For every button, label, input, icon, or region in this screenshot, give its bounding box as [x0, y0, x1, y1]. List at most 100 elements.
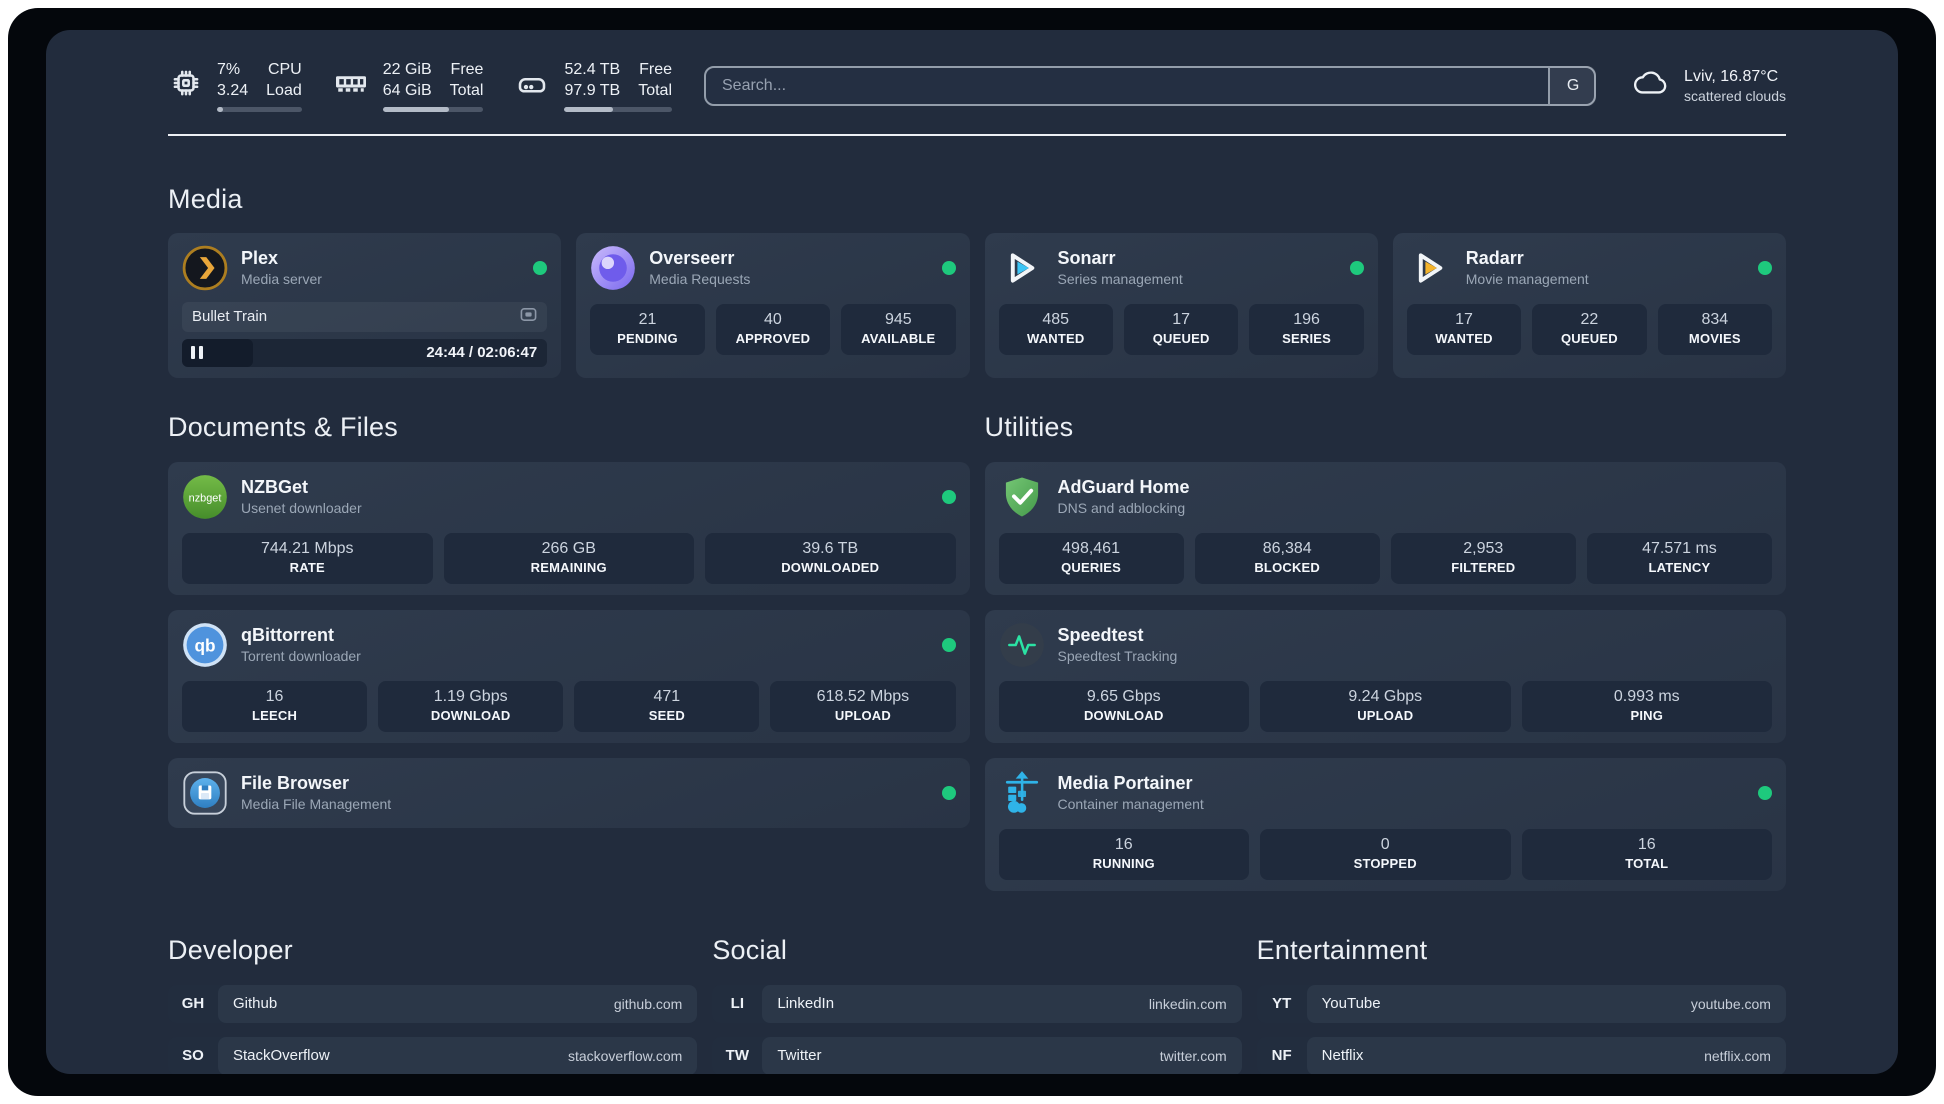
link-url: github.com — [613, 995, 683, 1012]
portainer-card[interactable]: Media Portainer Container management 16 … — [984, 757, 1786, 891]
speedtest-card[interactable]: Speedtest Speedtest Tracking 9.65 Gbps D… — [984, 609, 1786, 743]
search-bar: G — [704, 65, 1597, 106]
disk-free-label: Free — [639, 61, 672, 78]
radarr-card[interactable]: Radarr Movie management 17 WANTED 22 QUE… — [1392, 232, 1786, 378]
link-row-github[interactable]: GH Github github.com — [168, 984, 698, 1023]
stat-tile: 0 STOPPED — [1260, 828, 1511, 880]
link-name: YouTube — [1321, 995, 1381, 1013]
stat-value: 744.21 Mbps — [260, 539, 354, 557]
link-abbr: TW — [725, 1047, 749, 1065]
developer-links-column: Developer GH Github github.com SO StackO… — [168, 935, 698, 1074]
overseerr-card[interactable]: Overseerr Media Requests 21 PENDING 40 A… — [576, 232, 970, 378]
social-links-column: Social LI LinkedIn linkedin.com TW Twitt… — [712, 935, 1242, 1074]
stat-label: WANTED — [1026, 330, 1085, 346]
link-row-youtube[interactable]: YT YouTube youtube.com — [1256, 984, 1786, 1023]
stat-tile: 9.24 Gbps UPLOAD — [1260, 680, 1511, 732]
stat-value: 618.52 Mbps — [816, 687, 910, 705]
search-input[interactable] — [704, 65, 1597, 106]
stat-value: 196 — [1293, 310, 1320, 328]
stat-label: LATENCY — [1648, 559, 1711, 575]
svg-text:nzbget: nzbget — [189, 492, 222, 504]
stat-label: QUEUED — [1152, 330, 1210, 346]
app-name: qBittorrent — [241, 624, 334, 645]
status-online-dot — [941, 489, 956, 504]
app-subtitle: Movie management — [1465, 271, 1589, 288]
qbittorrent-card[interactable]: qb qBittorrent Torrent downloader 16 LEE… — [168, 609, 970, 743]
stat-tile: 9.65 Gbps DOWNLOAD — [998, 680, 1249, 732]
cpu-load-value: 3.24 — [217, 81, 249, 99]
app-name: Overseerr — [649, 247, 735, 268]
stat-label: QUEUED — [1560, 330, 1618, 346]
app-name: AdGuard Home — [1057, 476, 1190, 497]
ram-total-label: Total — [449, 81, 484, 99]
documents-column: Documents & Files nzbget NZBGet Usenet d… — [168, 412, 970, 828]
sonarr-card[interactable]: Sonarr Series management 485 WANTED 17 Q… — [984, 232, 1378, 378]
stat-label: DOWNLOAD — [430, 707, 511, 723]
app-name: Media Portainer — [1057, 772, 1193, 793]
filebrowser-card[interactable]: File Browser Media File Management — [168, 757, 970, 828]
stat-value: 22 — [1580, 310, 1599, 328]
search-engine-button[interactable]: G — [1548, 65, 1597, 106]
stat-value: 16 — [1114, 835, 1133, 853]
weather-widget: Lviv, 16.87°C scattered clouds — [1630, 64, 1786, 107]
weather-location-temp: Lviv, 16.87°C — [1684, 67, 1779, 85]
stat-label: LEECH — [252, 707, 298, 723]
ram-free-value: 22 GiB — [382, 61, 432, 78]
playback-progress-bar[interactable]: 24:44 / 02:06:47 — [182, 338, 548, 367]
app-subtitle: Container management — [1057, 796, 1204, 813]
link-url: stackoverflow.com — [567, 1047, 683, 1064]
stat-value: 16 — [265, 687, 284, 705]
stat-label: PING — [1630, 707, 1664, 723]
link-name: LinkedIn — [777, 995, 835, 1013]
link-row-stackoverflow[interactable]: SO StackOverflow stackoverflow.com — [168, 1036, 698, 1074]
app-name: Speedtest — [1057, 624, 1144, 645]
stat-label: FILTERED — [1451, 559, 1516, 575]
stat-value: 39.6 TB — [802, 539, 859, 557]
section-title-media: Media — [168, 183, 243, 214]
stat-label: MOVIES — [1688, 330, 1741, 346]
status-online-dot — [1758, 785, 1772, 800]
ram-free-label: Free — [450, 61, 484, 78]
adguard-card[interactable]: AdGuard Home DNS and adblocking 498,461 … — [984, 461, 1786, 595]
status-online-dot — [533, 260, 548, 275]
adguard-logo-icon — [999, 474, 1045, 520]
cast-screen-icon[interactable] — [520, 306, 537, 328]
stat-value: 86,384 — [1262, 539, 1312, 557]
stat-label: SEED — [648, 707, 685, 723]
nzbget-card[interactable]: nzbget NZBGet Usenet downloader 744.21 M… — [168, 461, 970, 595]
app-subtitle: Media Requests — [649, 271, 751, 288]
portainer-logo-icon — [999, 770, 1045, 816]
utilities-column: Utilities AdGuard Home DNS and adblockin… — [984, 411, 1786, 891]
plex-card[interactable]: Plex Media server Bullet Train 24:44 / 0… — [168, 232, 562, 378]
link-row-linkedin[interactable]: LI LinkedIn linkedin.com — [712, 984, 1242, 1023]
stat-label: SERIES — [1282, 330, 1331, 346]
app-name: Sonarr — [1057, 247, 1116, 268]
stat-tile: 47.571 ms LATENCY — [1586, 532, 1772, 584]
stat-tile: 21 PENDING — [590, 303, 705, 355]
stat-label: DOWNLOADED — [781, 559, 880, 575]
stat-tile: 2,953 FILTERED — [1390, 532, 1576, 584]
link-row-netflix[interactable]: NF Netflix netflix.com — [1256, 1036, 1786, 1074]
link-abbr: GH — [181, 995, 205, 1013]
link-abbr: SO — [182, 1047, 204, 1065]
top-bar: 7% 3.24 CPU Load 22 GiB 64 GiB Free Tota… — [168, 60, 1786, 112]
media-card-grid: Plex Media server Bullet Train 24:44 / 0… — [168, 232, 1786, 378]
stat-value: 21 — [638, 310, 657, 328]
status-online-dot — [1758, 260, 1772, 275]
section-title-utilities: Utilities — [984, 411, 1074, 442]
link-row-twitter[interactable]: TW Twitter twitter.com — [712, 1036, 1242, 1074]
stat-label: UPLOAD — [834, 707, 891, 723]
stat-tile: 834 MOVIES — [1657, 303, 1773, 355]
stat-value: 17 — [1172, 310, 1191, 328]
stat-value: 0.993 ms — [1613, 687, 1680, 705]
qbittorrent-logo-icon: qb — [182, 622, 228, 668]
cpu-usage-value: 7% — [217, 61, 241, 78]
pause-icon[interactable] — [191, 346, 203, 360]
stat-tile: 16 RUNNING — [998, 828, 1249, 880]
app-name: Plex — [241, 247, 279, 268]
disk-free-value: 52.4 TB — [564, 61, 621, 78]
now-playing-row: Bullet Train — [182, 301, 548, 332]
link-url: linkedin.com — [1148, 995, 1227, 1012]
status-online-dot — [941, 637, 956, 652]
disk-icon — [513, 65, 551, 106]
